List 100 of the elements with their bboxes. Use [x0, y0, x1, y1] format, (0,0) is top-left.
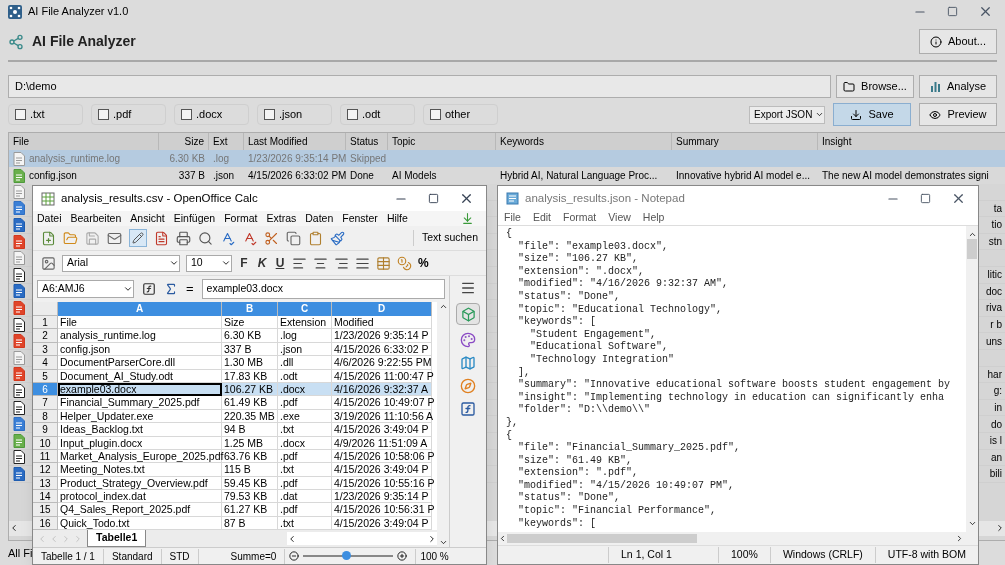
maximize-icon[interactable]: [428, 193, 439, 204]
close-icon[interactable]: [951, 191, 966, 206]
sheet-cell[interactable]: 4/15/2026 10:55:16 P: [332, 476, 432, 491]
checkbox[interactable]: [15, 109, 26, 120]
scroll-down-icon[interactable]: [967, 519, 977, 528]
mail-icon[interactable]: [107, 230, 122, 246]
table-icon[interactable]: [376, 255, 391, 271]
sheet-cell[interactable]: 4/6/2026 9:22:55 PM: [332, 356, 432, 370]
sheet-cell[interactable]: 115 B: [222, 463, 278, 477]
sheet-cell[interactable]: .exe: [278, 409, 332, 424]
zoom-out-icon[interactable]: [289, 551, 300, 561]
menu-item[interactable]: Ansicht: [130, 210, 165, 227]
menu-item[interactable]: Format: [224, 210, 258, 227]
justify-icon[interactable]: [355, 255, 370, 271]
sheet-cell[interactable]: Ideas_Backlog.txt: [58, 423, 222, 437]
menu-item[interactable]: Hilfe: [386, 210, 408, 227]
sheet-cell[interactable]: 3/19/2026 11:10:56 A: [332, 409, 432, 424]
menu-icon[interactable]: [460, 280, 476, 296]
sheet-cell[interactable]: 17.83 KB: [222, 369, 278, 383]
sheet-cell[interactable]: .dat: [278, 490, 332, 504]
close-icon[interactable]: [978, 4, 993, 19]
about-button[interactable]: About...: [919, 29, 997, 54]
scroll-right-icon[interactable]: [427, 533, 437, 544]
sheet-cell[interactable]: .pdf: [278, 476, 332, 491]
filter-checkbox[interactable]: .odt: [340, 104, 415, 125]
function-wizard-icon[interactable]: [142, 282, 156, 296]
scroll-up-icon[interactable]: [438, 302, 448, 311]
sheet-cell[interactable]: protocol_index.dat: [58, 490, 222, 504]
sheet-cell[interactable]: 94 B: [222, 423, 278, 437]
sheet-cell[interactable]: .pdf: [278, 396, 332, 410]
currency-icon[interactable]: [397, 255, 412, 271]
row-header[interactable]: 9: [33, 423, 58, 437]
sheet-cell[interactable]: Extension: [278, 316, 332, 330]
format-button[interactable]: K: [256, 254, 268, 272]
row-header[interactable]: 1: [33, 316, 58, 330]
row-header[interactable]: 7: [33, 396, 58, 410]
sheet-cell[interactable]: Modified: [332, 316, 432, 330]
sheet-cell[interactable]: .log: [278, 329, 332, 343]
equals-sign[interactable]: =: [186, 279, 194, 299]
filter-checkbox[interactable]: other: [423, 104, 498, 125]
sheet-cell[interactable]: Q4_Sales_Report_2025.pdf: [58, 503, 222, 517]
menu-item[interactable]: View: [608, 210, 631, 226]
row-header[interactable]: 14: [33, 490, 58, 504]
sheet-cell[interactable]: 4/15/2026 10:49:07 P: [332, 396, 432, 410]
filter-checkbox[interactable]: .docx: [174, 104, 249, 125]
format-button[interactable]: F: [238, 254, 250, 272]
new-document-icon[interactable]: [41, 230, 56, 246]
print-preview-icon[interactable]: [198, 230, 213, 246]
scroll-right-icon[interactable]: [995, 523, 1005, 534]
auto-spellcheck-icon[interactable]: [242, 230, 257, 246]
slider-thumb[interactable]: [341, 551, 351, 560]
sheet-cell[interactable]: 6.30 KB: [222, 329, 278, 343]
sheet-cell[interactable]: Document_AI_Study.odt: [58, 369, 222, 383]
sheet-cell[interactable]: .json: [278, 342, 332, 357]
sheet-cell[interactable]: Financial_Summary_2025.pdf: [58, 396, 222, 410]
scroll-left-icon[interactable]: [498, 534, 507, 543]
scroll-left-icon[interactable]: [287, 533, 297, 544]
percent-button[interactable]: %: [418, 254, 429, 272]
browse-button[interactable]: Browse...: [836, 75, 914, 98]
row-header[interactable]: 15: [33, 503, 58, 517]
sheet-cell[interactable]: .txt: [278, 423, 332, 437]
sheet-cell[interactable]: 4/15/2026 10:56:31 P: [332, 503, 432, 517]
menu-item[interactable]: Edit: [532, 210, 551, 226]
sheet-cell[interactable]: analysis_runtime.log: [58, 329, 222, 343]
align-center-icon[interactable]: [313, 255, 328, 271]
functions-icon[interactable]: [460, 401, 476, 417]
row-header[interactable]: 2: [33, 329, 58, 343]
checkbox[interactable]: [98, 109, 109, 120]
scrollbar-thumb[interactable]: [967, 239, 977, 259]
sheet-cell[interactable]: 4/15/2026 3:49:04 P: [332, 423, 432, 437]
scrollbar-thumb[interactable]: [507, 534, 697, 543]
spellcheck-icon[interactable]: [220, 230, 235, 246]
close-icon[interactable]: [459, 191, 474, 206]
scroll-left-icon[interactable]: [9, 523, 19, 534]
sheet-cell[interactable]: 4/15/2026 3:49:04 P: [332, 463, 432, 477]
font-name-field[interactable]: Arial: [62, 254, 180, 272]
sheet-cell[interactable]: 337 B: [222, 342, 278, 357]
printer-icon[interactable]: [176, 230, 191, 246]
format-button[interactable]: U: [274, 254, 286, 272]
sheet-cell[interactable]: 4/15/2026 6:33:02 P: [332, 342, 432, 357]
sheet-cell[interactable]: .dll: [278, 356, 332, 370]
menu-item[interactable]: Extras: [266, 210, 297, 227]
download-icon[interactable]: [461, 212, 474, 225]
preview-button[interactable]: Preview: [919, 103, 997, 126]
menu-item[interactable]: Datei: [37, 210, 62, 227]
sheet-cell[interactable]: 1/23/2026 9:35:14 P: [332, 490, 432, 504]
maximize-icon[interactable]: [920, 193, 931, 204]
sheet-cell[interactable]: 1.30 MB: [222, 356, 278, 370]
sheet-cell[interactable]: 59.45 KB: [222, 476, 278, 491]
checkbox[interactable]: [181, 109, 192, 120]
row-header[interactable]: 4: [33, 356, 58, 370]
name-box[interactable]: A6:AMJ6: [37, 280, 134, 298]
sheet-cell[interactable]: 63.76 KB: [222, 449, 278, 464]
maximize-icon[interactable]: [947, 6, 958, 17]
filter-checkbox[interactable]: .txt: [8, 104, 83, 125]
checkbox[interactable]: [430, 109, 441, 120]
analyse-button[interactable]: Analyse: [919, 75, 997, 98]
path-field[interactable]: D:\demo: [8, 75, 831, 98]
edit-mode-button[interactable]: [129, 229, 147, 247]
menu-item[interactable]: Fenster: [342, 210, 378, 227]
